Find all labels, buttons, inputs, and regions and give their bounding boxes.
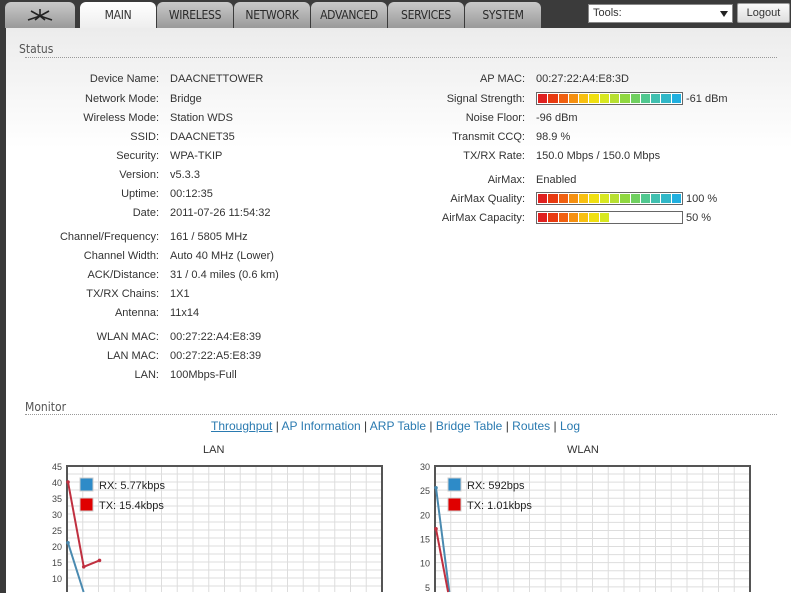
- legend-swatch: [447, 497, 462, 512]
- data-point: [434, 485, 438, 490]
- y-tick-label: 30: [420, 462, 430, 472]
- y-tick-label: 25: [420, 486, 430, 496]
- wlan-chart: 5 10 15 20 25 30 RX: 592bps TX: 1.01kbps: [420, 462, 751, 593]
- y-tick-label: 5: [425, 583, 430, 593]
- y-tick-label: 20: [420, 510, 430, 520]
- y-tick-label: 15: [420, 535, 430, 545]
- legend-label: TX: 1.01kbps: [467, 500, 532, 512]
- legend-label: RX: 592bps: [467, 480, 525, 492]
- legend-swatch: [447, 477, 462, 492]
- y-tick-label: 10: [420, 559, 430, 569]
- data-point: [434, 527, 438, 531]
